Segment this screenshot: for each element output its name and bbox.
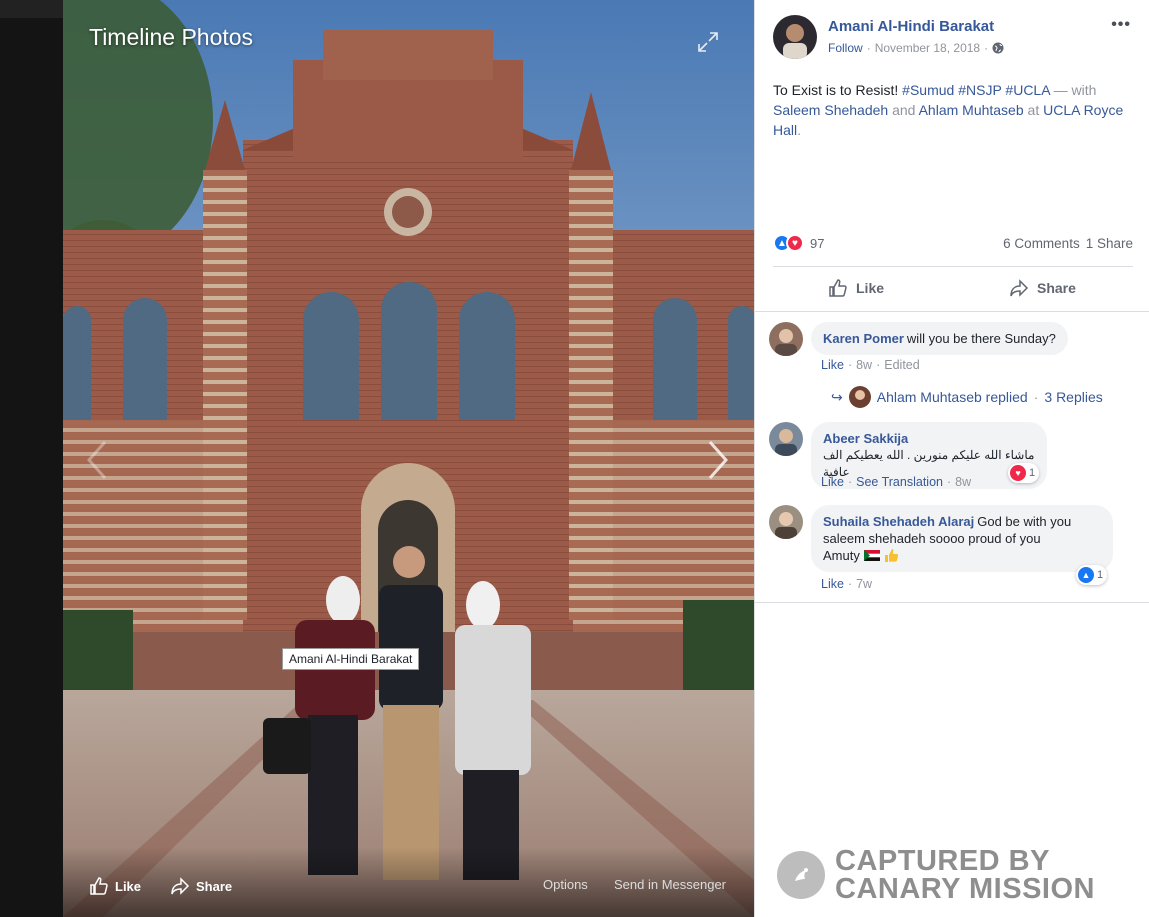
comment-actions: Like · See Translation · 8w <box>821 475 972 489</box>
commenter-avatar[interactable] <box>769 422 803 456</box>
love-reaction-icon: ♥ <box>786 234 804 252</box>
edited-label: Edited <box>884 358 920 372</box>
canary-bird-logo-icon <box>777 851 825 899</box>
with-prefix: — with <box>1049 82 1097 98</box>
more-options-icon[interactable]: ••• <box>1111 16 1131 34</box>
watermark-line-2: CANARY MISSION <box>835 873 1095 905</box>
like-reaction-icon: ▲ <box>1078 567 1094 583</box>
comment-time[interactable]: 8w <box>856 358 872 372</box>
previous-photo-icon[interactable] <box>85 438 109 482</box>
sudan-flag-icon <box>863 550 880 561</box>
post-share-button[interactable]: Share <box>1009 278 1076 298</box>
viewer-options-link[interactable]: Options <box>543 877 588 892</box>
share-arrow-icon <box>1010 279 1029 297</box>
post-date[interactable]: November 18, 2018 <box>875 41 980 55</box>
viewer-share-button[interactable]: Share <box>170 876 232 896</box>
share-arrow-icon <box>171 877 190 895</box>
comment-text: saleem shehadeh soooo proud of you <box>823 531 1041 546</box>
follow-link[interactable]: Follow <box>828 41 863 55</box>
reply-count: 3 Replies <box>1044 389 1103 405</box>
comment-actions: Like · 8w · Edited <box>821 358 920 372</box>
thumbs-up-icon <box>90 877 108 895</box>
and-text: and <box>892 102 916 118</box>
view-replies-link[interactable]: ↪ Ahlam Muhtaseb replied · 3 Replies <box>831 386 1103 408</box>
comment-reaction-badge[interactable]: ▲ 1 <box>1076 565 1108 585</box>
thumbs-up-icon <box>829 279 847 297</box>
reply-author-text: Ahlam Muhtaseb replied <box>876 389 1028 405</box>
comment-author[interactable]: Karen Pomer <box>823 331 904 346</box>
comment-author[interactable]: Abeer Sakkija <box>823 430 1032 447</box>
post-meta: Follow · November 18, 2018 · <box>828 41 1004 55</box>
author-avatar[interactable] <box>773 15 817 59</box>
photo-viewer[interactable]: Timeline Photos Amani Al-Hindi Barakat L… <box>63 0 754 917</box>
tagged-person-2[interactable]: Ahlam Muhtaseb <box>919 102 1024 118</box>
watermark-text: CAPTURED BY CANARY MISSION <box>835 845 1095 905</box>
meta-separator: · <box>866 41 871 55</box>
comment-actions: Like · 7w <box>821 577 873 591</box>
send-in-messenger-link[interactable]: Send in Messenger <box>614 877 726 892</box>
post-panel: Amani Al-Hindi Barakat Follow · November… <box>754 0 1149 917</box>
reply-author-avatar <box>848 386 871 408</box>
hashtag-nsjp[interactable]: #NSJP <box>958 82 1001 98</box>
hashtag-sumud[interactable]: #Sumud <box>902 82 954 98</box>
share-count-link[interactable]: 1 Share <box>1086 236 1133 251</box>
comment-bubble: Karen Pomer will you be there Sunday? <box>811 322 1068 355</box>
photo-tag-label[interactable]: Amani Al-Hindi Barakat <box>282 648 420 670</box>
post-like-label: Like <box>856 280 885 296</box>
post-like-button[interactable]: Like <box>828 278 884 298</box>
expand-icon[interactable] <box>696 30 720 54</box>
post-share-label: Share <box>1037 280 1076 296</box>
tagged-person-1[interactable]: Saleem Shehadeh <box>773 102 888 118</box>
comment-count-link[interactable]: 6 Comments <box>1003 236 1080 251</box>
commenter-avatar[interactable] <box>769 322 803 356</box>
post-text: To Exist is to Resist! #Sumud #NSJP #UCL… <box>773 80 1138 140</box>
see-translation-link[interactable]: See Translation <box>856 475 943 489</box>
comment-time[interactable]: 8w <box>955 475 971 489</box>
divider <box>755 311 1149 312</box>
thumbs-up-emoji-icon <box>884 549 898 562</box>
watermark-line-1: CAPTURED BY <box>835 845 1050 877</box>
comment-text: God be with you <box>977 514 1072 529</box>
comment-reaction-count: 1 <box>1097 569 1104 581</box>
canary-mission-watermark: CAPTURED BY CANARY MISSION <box>777 845 1095 905</box>
globe-icon <box>992 42 1004 54</box>
viewer-like-button[interactable]: Like <box>89 876 141 896</box>
post-text-start: To Exist is to Resist! <box>773 82 903 98</box>
at-text: at <box>1027 102 1040 118</box>
meta-separator: · <box>984 41 989 55</box>
viewer-like-label: Like <box>115 878 142 894</box>
reaction-count: 97 <box>810 235 825 251</box>
comment-reaction-count: 1 <box>1029 467 1036 479</box>
comment-like-link[interactable]: Like <box>821 358 844 372</box>
commenter-avatar[interactable] <box>769 505 803 539</box>
comment-bubble: Suhaila Shehadeh Alaraj God be with you s… <box>811 505 1113 572</box>
love-reaction-icon: ♥ <box>1010 465 1026 481</box>
comment-text: Amuty <box>823 548 860 563</box>
divider <box>773 266 1133 267</box>
viewer-share-label: Share <box>196 878 233 894</box>
building-photo <box>63 0 754 917</box>
hashtag-ucla[interactable]: #UCLA <box>1005 82 1049 98</box>
comment-text: will you be there Sunday? <box>906 331 1056 346</box>
viewer-title: Timeline Photos <box>89 24 254 50</box>
comment-reaction-badge[interactable]: ♥ 1 <box>1008 463 1040 483</box>
next-photo-icon[interactable] <box>706 438 730 482</box>
divider <box>755 602 1149 603</box>
viewer-left-backdrop <box>0 0 63 917</box>
comment-like-link[interactable]: Like <box>821 475 844 489</box>
reaction-summary[interactable]: ▲ ♥ 97 <box>773 234 824 252</box>
comment-time[interactable]: 7w <box>856 577 872 591</box>
top-bar <box>0 0 63 18</box>
period-text: . <box>797 122 802 138</box>
post-stats: 6 Comments 1 Share <box>1003 236 1133 251</box>
comment-like-link[interactable]: Like <box>821 577 844 591</box>
post-author-name[interactable]: Amani Al-Hindi Barakat <box>828 18 994 35</box>
comment-author[interactable]: Suhaila Shehadeh Alaraj <box>823 514 974 529</box>
reply-arrow-icon: ↪ <box>831 388 843 405</box>
